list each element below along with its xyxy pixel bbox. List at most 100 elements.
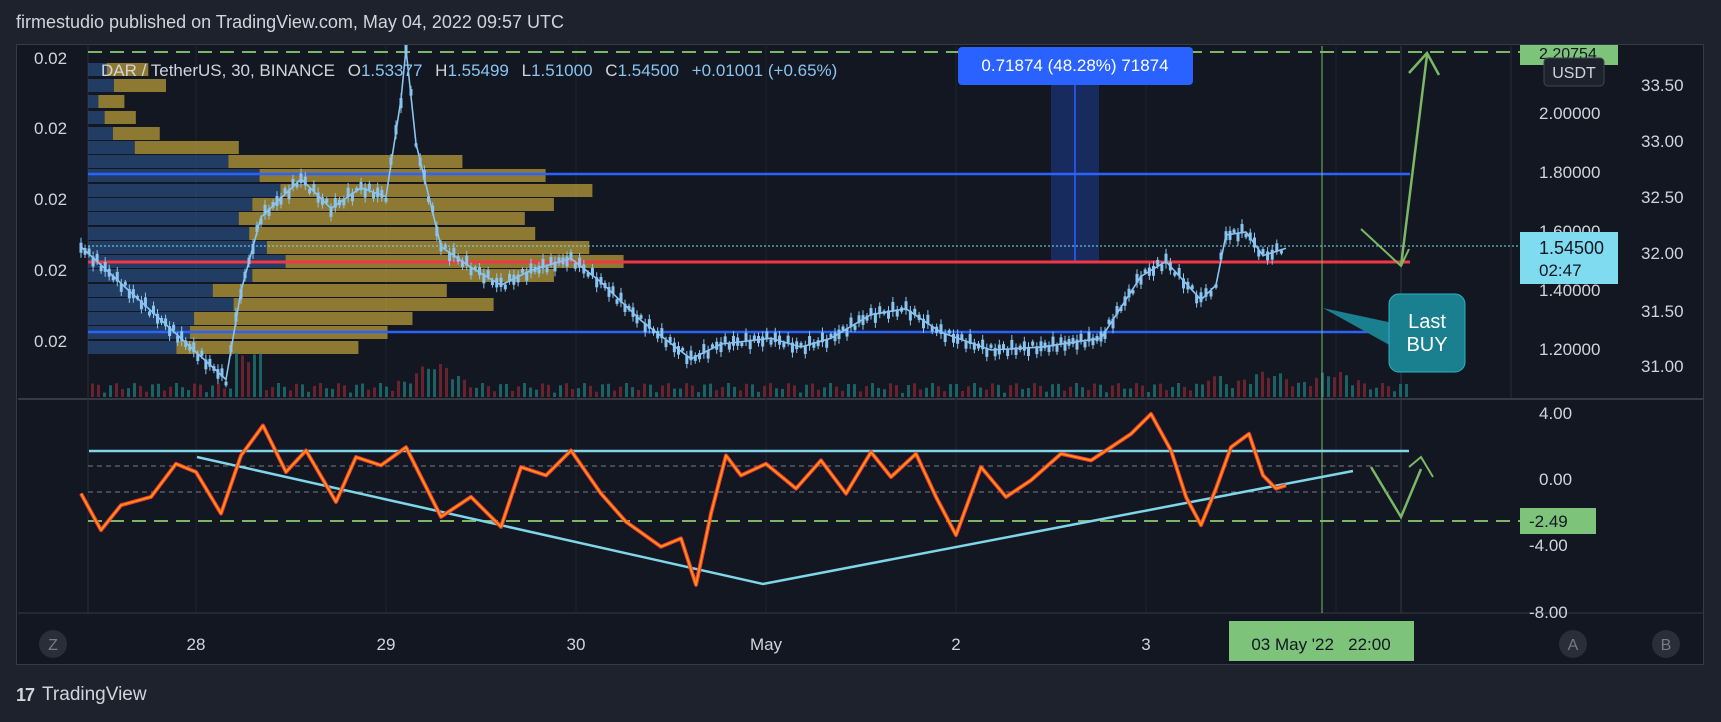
volume-bar (889, 383, 892, 397)
profile-bar-sell (233, 298, 494, 311)
volume-bar (127, 388, 130, 397)
candle-body (573, 263, 577, 269)
volume-bar (1333, 377, 1336, 397)
volume-bar (703, 384, 706, 397)
left-axis-label: 0.02 (34, 119, 67, 138)
time-axis-label: 3 (1141, 635, 1150, 654)
volume-bar (565, 383, 568, 397)
volume-bar (553, 392, 556, 397)
volume-bar (463, 379, 466, 397)
profile-bar-buy (88, 79, 114, 92)
left-axis-label: 0.02 (34, 332, 67, 351)
volume-bar (481, 383, 484, 397)
candle-body (740, 342, 744, 347)
candle-body (565, 256, 569, 267)
profile-bar-buy (88, 212, 239, 225)
volume-bar (361, 383, 364, 397)
scale-button-b-label: B (1661, 637, 1672, 654)
volume-bar (715, 390, 718, 397)
profile-bar-sell (98, 95, 125, 108)
right-axis-label: 33.50 (1641, 76, 1684, 95)
volume-bar (397, 380, 400, 397)
volume-bar (1159, 383, 1162, 397)
volume-bar (1375, 387, 1378, 397)
candle-body (989, 344, 993, 348)
volume-bar (295, 383, 298, 397)
volume-bar (967, 386, 970, 397)
profile-bar-buy (88, 312, 195, 325)
candle-body (615, 299, 619, 304)
volume-bar (673, 388, 676, 397)
volume-bar (271, 387, 274, 397)
volume-bar (1237, 380, 1240, 397)
volume-bar (853, 384, 856, 397)
countdown: 02:47 (1539, 261, 1582, 280)
volume-bar (631, 387, 634, 397)
chart-frame[interactable]: Last BUY 0.71874 (48.28%) 71874 DAR / Te… (16, 44, 1704, 665)
price-axis-label: 1.20000 (1539, 340, 1600, 359)
time-axis-label: May (750, 635, 783, 654)
volume-bar (115, 383, 118, 397)
profile-bar-buy (88, 95, 99, 108)
profile-bar-sell (176, 341, 359, 354)
crosshair-time: 03 May '22 22:00 (1251, 635, 1390, 654)
volume-bar (1285, 379, 1288, 397)
volume-bar (745, 383, 748, 397)
osc-axis-label: -8.00 (1529, 603, 1568, 622)
candle-body (549, 256, 553, 265)
volume-bar (193, 383, 196, 397)
legend-high-label: H (435, 61, 447, 80)
measure-label: 0.71874 (48.28%) 71874 (981, 56, 1168, 75)
chart-svg[interactable]: Last BUY 0.71874 (48.28%) 71874 DAR / Te… (17, 45, 1705, 666)
profile-bar-sell (238, 212, 525, 225)
volume-bar (883, 389, 886, 397)
profile-bar-buy (88, 127, 113, 140)
volume-bar (607, 383, 610, 397)
volume-bar (373, 387, 376, 397)
volume-bar (895, 385, 898, 397)
osc-axis-label: 0.00 (1539, 470, 1572, 489)
time-axis-label: 30 (567, 635, 586, 654)
legend-symbol: DAR / TetherUS, 30, BINANCE (101, 61, 335, 80)
volume-bar (1039, 385, 1042, 397)
volume-bar (211, 385, 214, 397)
volume-bar (487, 386, 490, 397)
volume-bar (247, 362, 250, 397)
volume-bar (379, 383, 382, 397)
volume-bar (1267, 377, 1270, 397)
volume-bar (697, 392, 700, 397)
profile-bar-sell (252, 198, 554, 211)
volume-bar (1303, 381, 1306, 397)
candle-body (1063, 340, 1067, 351)
legend-close: 1.54500 (618, 61, 679, 80)
volume-bar (1129, 388, 1132, 397)
profile-bar-sell (280, 184, 593, 197)
volume-bar (541, 383, 544, 397)
volume-bar (1213, 376, 1216, 397)
volume-bar (301, 384, 304, 397)
tradingview-logo-icon[interactable]: 17 (16, 685, 35, 706)
volume-bar (865, 386, 868, 397)
volume-bar (913, 383, 916, 397)
volume-bar (949, 384, 952, 397)
volume-bar (1369, 389, 1372, 397)
volume-bar (517, 386, 520, 397)
volume-bar (1045, 391, 1048, 397)
profile-bar-buy (88, 141, 135, 154)
candle-body (761, 336, 765, 347)
volume-bar (817, 389, 820, 397)
footer-brand[interactable]: TradingView (42, 684, 147, 706)
candle-body (537, 265, 541, 274)
volume-bar (1309, 385, 1312, 397)
candle-body (308, 189, 312, 194)
volume-bar (439, 363, 442, 397)
volume-bar (1123, 388, 1126, 397)
volume-bar (283, 386, 286, 397)
profile-bar-sell (114, 79, 166, 92)
volume-bar (823, 387, 826, 397)
candle-body (1083, 341, 1087, 348)
volume-bar (163, 390, 166, 397)
volume-bar (235, 353, 238, 397)
footer[interactable]: 17 TradingView (16, 684, 147, 706)
volume-bar (427, 368, 430, 397)
